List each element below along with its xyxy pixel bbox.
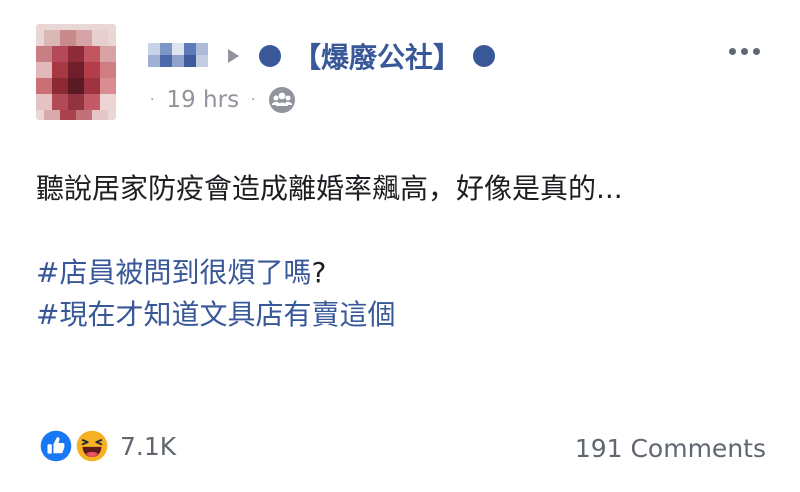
author-name-blurred[interactable] xyxy=(148,39,210,73)
reaction-count: 7.1K xyxy=(120,431,177,461)
meta-separator: · xyxy=(251,92,256,108)
hashtag-list: #店員被問到很煩了嗎? #現在才知道文具店有賣這個 xyxy=(36,252,766,336)
more-horizontal-icon xyxy=(729,48,736,55)
group-dot-right xyxy=(473,45,496,67)
haha-icon xyxy=(72,426,112,466)
post-body: 聽說居家防疫會造成離婚率飆高，好像是真的... #店員被問到很煩了嗎? #現在才… xyxy=(36,168,766,336)
caret-right-icon xyxy=(228,49,239,63)
hashtag-line: #店員被問到很煩了嗎? xyxy=(36,252,766,294)
group-name: 【爆廢公社】 xyxy=(293,41,462,74)
hashtag-suffix: ? xyxy=(311,256,327,289)
reactions-summary[interactable]: 7.1K xyxy=(36,426,176,466)
avatar-image xyxy=(36,24,116,120)
like-icon xyxy=(36,426,76,466)
meta-separator: · xyxy=(150,92,155,108)
hashtag-line: #現在才知道文具店有賣這個 xyxy=(36,294,766,336)
timestamp[interactable]: 19 hrs xyxy=(166,87,239,113)
comments-count-link[interactable]: 191 Comments xyxy=(575,434,766,463)
author-avatar[interactable] xyxy=(36,24,116,120)
post-text: 聽說居家防疫會造成離婚率飆高，好像是真的... xyxy=(36,172,623,205)
friends-icon[interactable] xyxy=(268,86,296,114)
post-meta: · 19 hrs · xyxy=(150,86,296,114)
group-link[interactable]: 【爆廢公社】 xyxy=(259,36,496,76)
post-header: 【爆廢公社】 xyxy=(148,34,496,78)
group-dot-left xyxy=(259,45,281,67)
more-options-button[interactable] xyxy=(725,44,764,59)
hashtag-link[interactable]: #現在才知道文具店有賣這個 xyxy=(36,298,395,331)
hashtag-link[interactable]: #店員被問到很煩了嗎 xyxy=(36,256,311,289)
